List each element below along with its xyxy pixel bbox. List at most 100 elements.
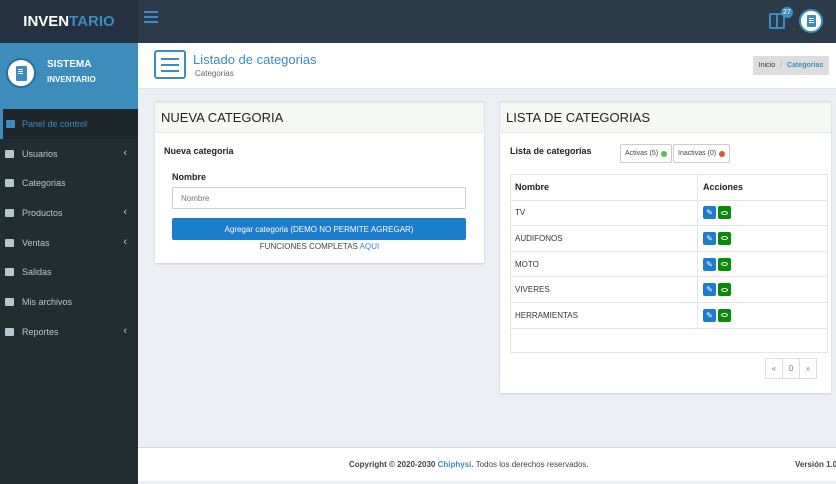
file-icon bbox=[5, 327, 14, 336]
actions-cell: ✎ bbox=[698, 252, 827, 277]
view-eye-icon[interactable] bbox=[718, 308, 731, 322]
breadcrumb-home[interactable]: Inicio bbox=[759, 62, 775, 69]
edit-pencil-icon[interactable]: ✎ bbox=[703, 231, 716, 245]
document-icon bbox=[15, 65, 27, 81]
sidebar-item-usuarios[interactable]: Usuarios ‹ bbox=[0, 139, 138, 169]
footer-version: Versión 1.0 bbox=[795, 460, 836, 469]
table-header: Nombre Acciones bbox=[511, 175, 827, 201]
sidebar-item-label: Salidas bbox=[22, 267, 52, 278]
table-row: MOTO ✎ bbox=[511, 251, 827, 278]
sidebar-item-panel-de-control[interactable]: Panel de control bbox=[0, 109, 138, 139]
page-title: Listado de categorias bbox=[193, 52, 317, 67]
footer: Copyright © 2020-2030 Chiphysi. Todos lo… bbox=[138, 447, 836, 481]
notifications-badge: 27 bbox=[781, 7, 793, 18]
book-icon bbox=[5, 268, 14, 277]
view-eye-icon[interactable] bbox=[718, 206, 731, 220]
sidebar-item-mis-archivos[interactable]: Mis archivos bbox=[0, 287, 138, 317]
file-icon bbox=[5, 298, 14, 307]
category-name-cell: VIVERES bbox=[511, 277, 698, 302]
footer-copyright: Copyright © 2020-2030 Chiphysi. Todos lo… bbox=[349, 460, 589, 469]
view-eye-icon[interactable] bbox=[718, 257, 731, 271]
category-name-cell: MOTO bbox=[511, 251, 698, 277]
sidebar-menu: Panel de control Usuarios ‹ Categorias Produ… bbox=[0, 109, 138, 347]
list-icon bbox=[5, 179, 14, 188]
category-list-subtitle: Lista de categorias bbox=[510, 146, 592, 156]
sidebar-toggle-icon[interactable] bbox=[144, 11, 158, 25]
column-header-name: Nombre bbox=[511, 175, 698, 200]
pagination: « 0 » bbox=[765, 358, 817, 379]
top-navbar: INVEN TARIO 27 bbox=[0, 0, 836, 43]
chevron-left-icon: ‹ bbox=[123, 324, 127, 337]
briefcase-icon bbox=[5, 209, 14, 218]
sidebar-item-label: Categorias bbox=[22, 178, 66, 189]
actions-cell: ✎ bbox=[698, 277, 827, 302]
sidebar-item-ventas[interactable]: Ventas ‹ bbox=[0, 228, 138, 258]
breadcrumb-separator: / bbox=[780, 62, 783, 69]
table-row: AUDIFONOS ✎ bbox=[511, 226, 827, 252]
category-list-title: LISTA DE CATEGORIAS bbox=[500, 103, 831, 133]
pagination-page[interactable]: 0 bbox=[782, 358, 800, 379]
full-features-link[interactable]: AQUI bbox=[360, 242, 380, 251]
edit-pencil-icon[interactable]: ✎ bbox=[703, 206, 716, 220]
new-category-subtitle: Nueva categoria bbox=[164, 146, 234, 156]
chevron-left-icon: ‹ bbox=[123, 206, 127, 219]
sidebar-item-categorias[interactable]: Categorias bbox=[0, 168, 138, 198]
new-category-title: NUEVA CATEGORIA bbox=[155, 103, 484, 133]
breadcrumb: Inicio / Categorias bbox=[753, 56, 829, 75]
list-icon bbox=[154, 50, 186, 79]
filter-active-button[interactable]: Activas (5) bbox=[620, 144, 673, 163]
breadcrumb-current: Categorias bbox=[787, 62, 824, 69]
category-name-cell: TV bbox=[511, 200, 698, 226]
edit-pencil-icon[interactable]: ✎ bbox=[703, 283, 716, 297]
user-panel-subtitle: INVENTARIO bbox=[47, 75, 96, 84]
pagination-prev[interactable]: « bbox=[765, 358, 783, 379]
user-panel-title: SISTEMA bbox=[47, 59, 92, 70]
sidebar-item-label: Panel de control bbox=[22, 118, 88, 129]
sidebar: SISTEMA INVENTARIO Panel de control Usuar… bbox=[0, 43, 138, 484]
table-row: HERRAMIENTAS ✎ bbox=[511, 302, 827, 329]
book-icon bbox=[5, 238, 14, 247]
sidebar-item-salidas[interactable]: Salidas bbox=[0, 257, 138, 287]
users-icon bbox=[5, 149, 14, 158]
sidebar-item-productos[interactable]: Productos ‹ bbox=[0, 198, 138, 228]
chevron-left-icon: ‹ bbox=[123, 146, 127, 159]
user-avatar[interactable] bbox=[799, 9, 823, 33]
sidebar-item-label: Reportes bbox=[22, 326, 59, 337]
pagination-next[interactable]: » bbox=[799, 358, 817, 379]
active-dot-icon bbox=[661, 150, 668, 157]
full-features-note: FUNCIONES COMPLETAS AQUI bbox=[259, 242, 380, 251]
column-header-actions: Acciones bbox=[703, 182, 744, 193]
sidebar-item-label: Productos bbox=[22, 207, 63, 218]
actions-cell: ✎ bbox=[698, 303, 827, 328]
page-subtitle: Categorias bbox=[195, 69, 234, 78]
table-row: VIVERES ✎ bbox=[511, 277, 827, 303]
sidebar-item-label: Ventas bbox=[22, 237, 50, 248]
user-panel: SISTEMA INVENTARIO bbox=[0, 43, 138, 109]
view-eye-icon[interactable] bbox=[718, 231, 731, 245]
dashboard-icon bbox=[6, 120, 15, 128]
document-icon bbox=[806, 15, 816, 27]
chevron-left-icon: ‹ bbox=[123, 235, 127, 248]
user-panel-avatar bbox=[6, 58, 36, 88]
name-field-label: Nombre bbox=[172, 172, 207, 182]
app-logo[interactable]: INVEN TARIO bbox=[0, 0, 138, 43]
actions-cell: ✎ bbox=[698, 226, 827, 251]
edit-pencil-icon[interactable]: ✎ bbox=[703, 257, 716, 271]
add-category-button[interactable]: Agregar categoria (DEMO NO PERMITE AGREG… bbox=[172, 218, 466, 240]
category-name-cell: HERRAMIENTAS bbox=[511, 302, 698, 328]
sidebar-item-reportes[interactable]: Reportes ‹ bbox=[0, 317, 138, 347]
new-category-box: NUEVA CATEGORIA Nueva categoria Nombre A… bbox=[155, 101, 484, 263]
category-list-box: LISTA DE CATEGORIAS Lista de categorias … bbox=[500, 101, 831, 393]
category-name-cell: AUDIFONOS bbox=[511, 226, 698, 251]
sidebar-item-label: Mis archivos bbox=[22, 296, 73, 307]
sidebar-item-label: Usuarios bbox=[22, 148, 58, 159]
content-header: Listado de categorias Categorias Inicio … bbox=[138, 43, 836, 89]
table-row: TV ✎ bbox=[511, 200, 827, 227]
edit-pencil-icon[interactable]: ✎ bbox=[703, 308, 716, 322]
name-input[interactable] bbox=[172, 187, 466, 209]
filter-inactive-button[interactable]: Inactivas (0) bbox=[673, 144, 731, 163]
footer-brand-link[interactable]: Chiphysi. bbox=[438, 460, 474, 469]
view-eye-icon[interactable] bbox=[718, 283, 731, 297]
category-table: Nombre Acciones TV ✎ AUDIFONOS ✎ MOTO ✎ VIVERE… bbox=[510, 174, 828, 353]
actions-cell: ✎ bbox=[698, 201, 827, 226]
